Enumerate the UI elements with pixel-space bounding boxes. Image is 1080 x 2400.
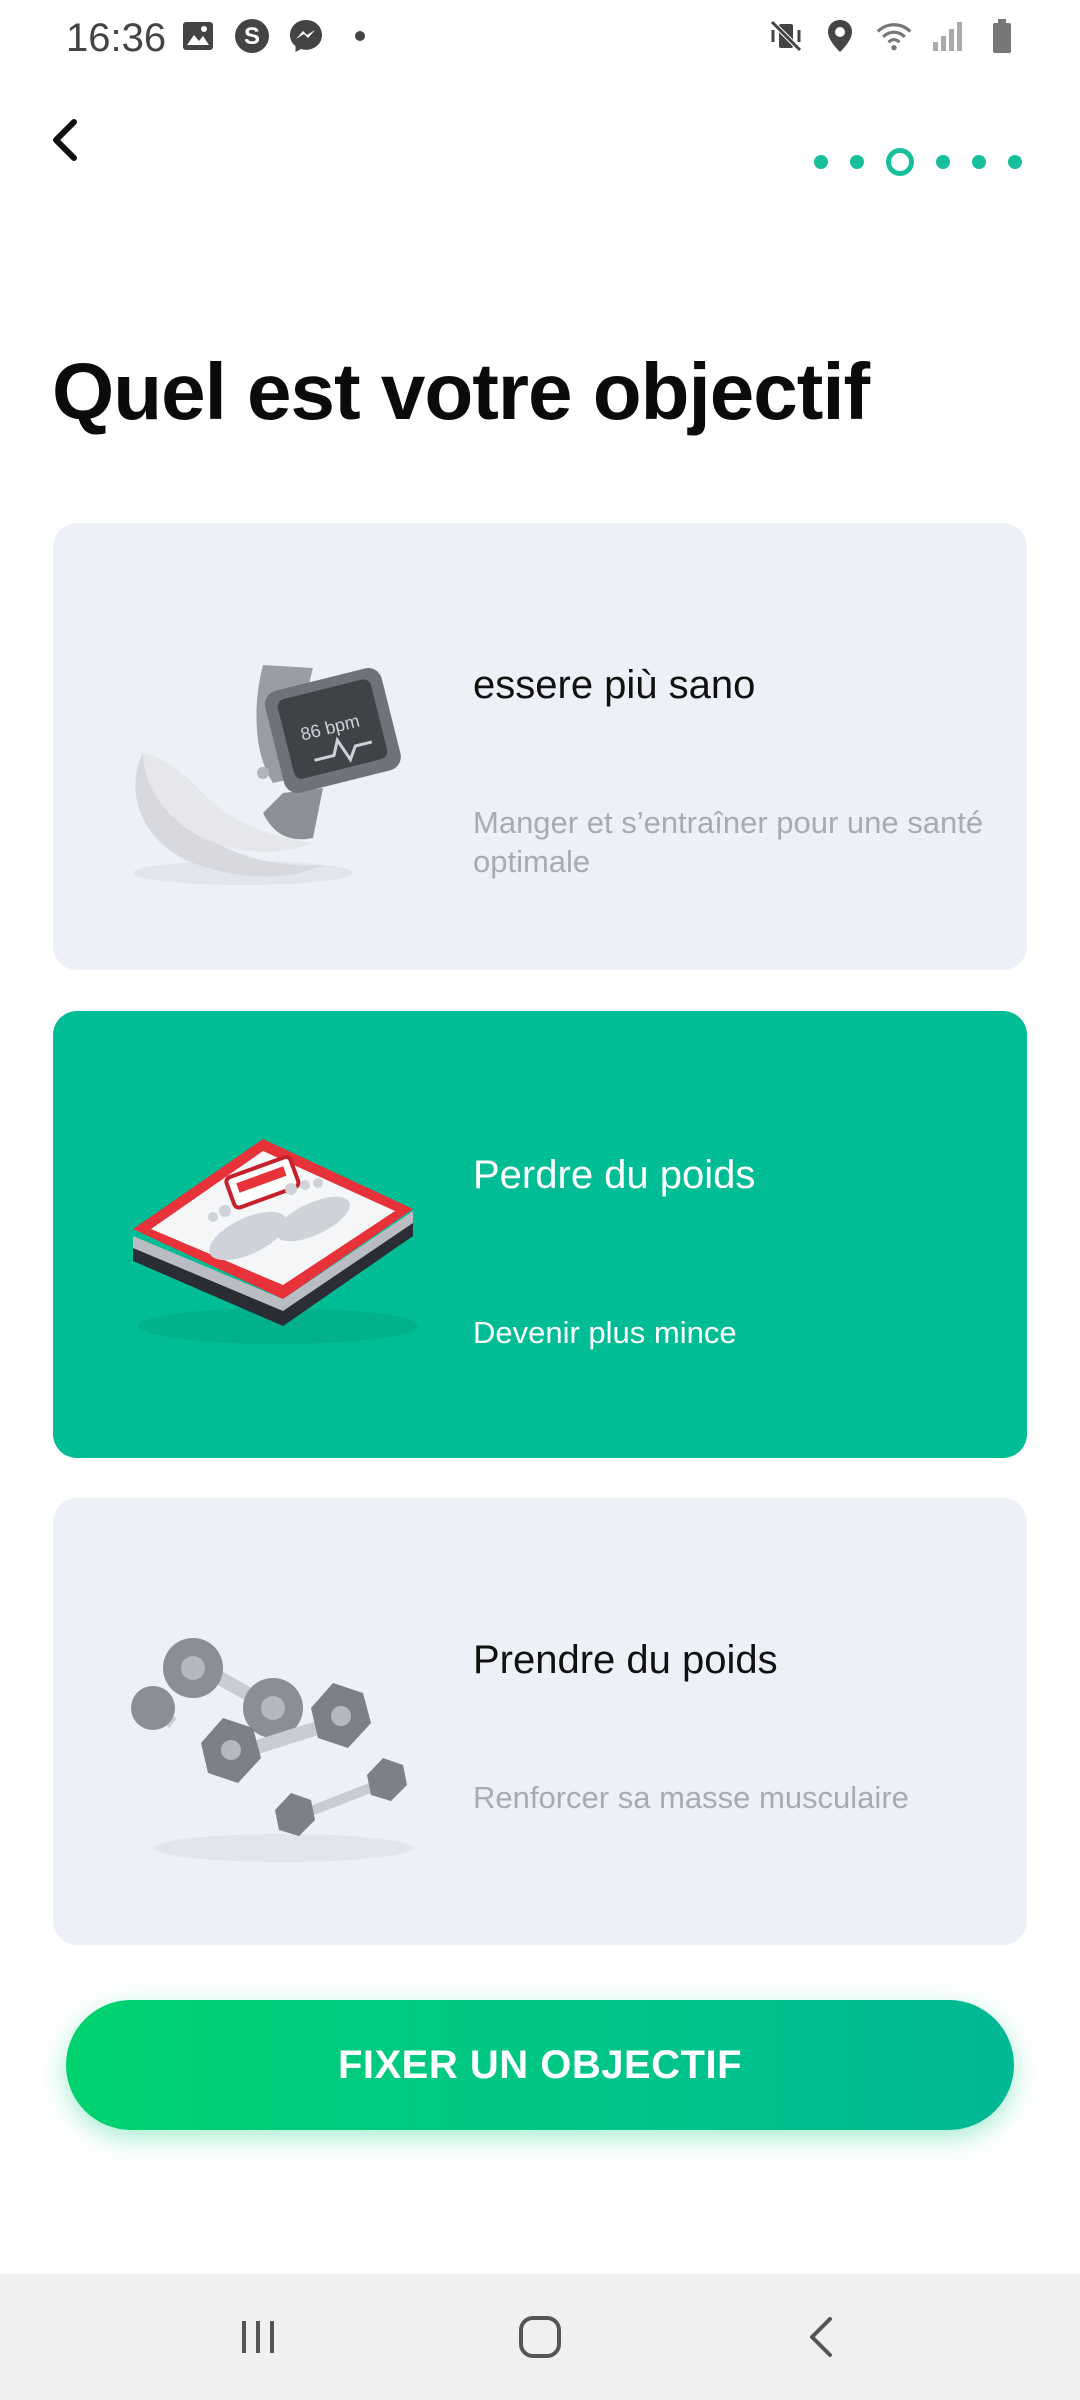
goal-title: Perdre du poids xyxy=(473,1153,756,1197)
smartwatch-banana-icon: 86 bpm xyxy=(113,583,433,913)
set-goal-button[interactable]: FIXER UN OBJECTIF xyxy=(66,2000,1014,2130)
messenger-icon xyxy=(288,18,324,54)
back-button[interactable] xyxy=(40,108,120,188)
battery-icon xyxy=(984,18,1020,54)
goal-subtitle: Devenir plus mince xyxy=(473,1315,737,1350)
back-icon xyxy=(810,2317,832,2357)
scale-icon xyxy=(113,1071,433,1401)
step-dot xyxy=(850,155,864,169)
goal-card-gain-weight[interactable]: Prendre du poids Renforcer sa masse musc… xyxy=(53,1498,1027,1945)
recent-apps-icon xyxy=(242,2321,274,2353)
goal-card-healthier[interactable]: 86 bpm essere più sano Manger et s’entra… xyxy=(53,523,1027,970)
home-icon xyxy=(519,2316,561,2358)
mute-vibrate-icon xyxy=(768,18,804,54)
recent-apps-button[interactable] xyxy=(218,2304,298,2370)
dot-icon xyxy=(342,18,378,54)
image-icon xyxy=(180,18,216,54)
step-dot xyxy=(1008,155,1022,169)
signal-icon xyxy=(930,18,966,54)
status-notification-icons: S xyxy=(180,18,378,54)
step-dot xyxy=(972,155,986,169)
goal-title: Prendre du poids xyxy=(473,1638,778,1682)
nav-back-button[interactable] xyxy=(782,2304,862,2370)
page-title: Quel est votre objectif xyxy=(52,346,870,436)
goal-title: essere più sano xyxy=(473,663,756,707)
goal-subtitle: Renforcer sa masse musculaire xyxy=(473,1780,909,1815)
wifi-icon xyxy=(876,18,912,54)
step-dot-current xyxy=(886,148,914,176)
step-dot xyxy=(814,155,828,169)
goal-subtitle: Manger et s’entraîner pour une santé opt… xyxy=(473,805,984,879)
set-goal-button-label: FIXER UN OBJECTIF xyxy=(337,2042,743,2087)
goal-card-lose-weight[interactable]: Perdre du poids Devenir plus mince xyxy=(53,1011,1027,1458)
home-button[interactable] xyxy=(500,2304,580,2370)
step-progress-indicator xyxy=(814,148,1022,176)
svg-text:S: S xyxy=(244,23,260,50)
status-time: 16:36 xyxy=(66,16,167,60)
status-bar: 16:36 S xyxy=(0,0,1080,80)
system-navigation-bar xyxy=(0,2274,1080,2400)
status-system-icons xyxy=(768,18,1020,54)
step-dot xyxy=(936,155,950,169)
location-icon xyxy=(822,18,858,54)
chevron-left-icon xyxy=(53,119,77,161)
dumbbells-icon xyxy=(113,1558,433,1888)
s-app-icon: S xyxy=(234,18,270,54)
